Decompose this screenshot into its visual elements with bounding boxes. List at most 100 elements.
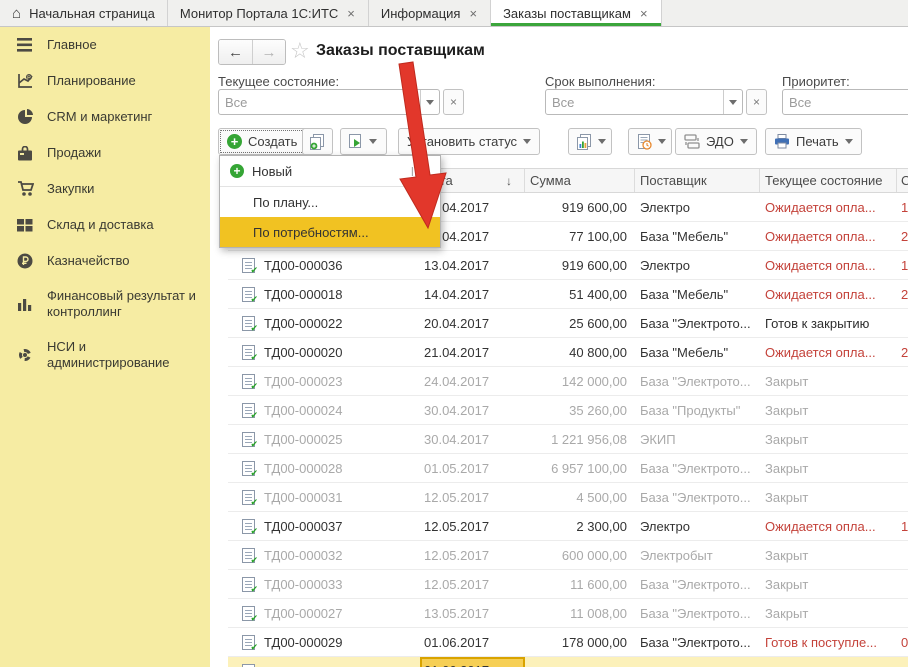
table-row-selected[interactable]: ТД00-000034 01.06.2017 117,00 Электро Ож… [228, 657, 908, 667]
filter-due-combo[interactable]: Все [545, 89, 743, 115]
sidebar-item-label: Планирование [47, 73, 136, 89]
tab-its-monitor[interactable]: Монитор Портала 1С:ИТС × [168, 0, 369, 26]
menu-item-label: По потребностям... [253, 225, 369, 240]
document-icon [242, 258, 255, 273]
menu-item-by-needs[interactable]: По потребностям... [220, 217, 440, 247]
table-row[interactable]: ТД00-000033 12.05.2017 11 600,00 База "Э… [228, 570, 908, 599]
tab-home[interactable]: ⌂ Начальная страница [0, 0, 168, 26]
table-row[interactable]: ТД00-000025 30.04.2017 1 221 956,08 ЭКИП… [228, 425, 908, 454]
menu-item-label: По плану... [253, 195, 318, 210]
table-row[interactable]: ТД00-000031 12.05.2017 4 500,00 База "Эл… [228, 483, 908, 512]
menu-item-new[interactable]: + Новый Ins [220, 156, 440, 186]
document-icon [242, 403, 255, 418]
table-row[interactable]: ТД00-000028 01.05.2017 6 957 100,00 База… [228, 454, 908, 483]
column-header-supplier[interactable]: Поставщик [635, 169, 760, 192]
active-cell[interactable]: 01.06.2017 [420, 657, 525, 667]
table-row[interactable]: ТД00-000036 13.04.2017 919 600,00 Электр… [228, 251, 908, 280]
filter-due-clear-button[interactable]: × [746, 89, 767, 115]
create-dropdown-menu: + Новый Ins По плану... По потребностям.… [219, 155, 441, 248]
set-status-button[interactable]: Установить статус [398, 128, 540, 155]
table-row[interactable]: ТД00-000032 12.05.2017 600 000,00 Электр… [228, 541, 908, 570]
close-icon: × [753, 95, 760, 109]
sidebar-item-label: Главное [47, 37, 97, 53]
sidebar-item-label: Финансовый результат и контроллинг [47, 288, 200, 321]
filter-state-value: Все [225, 95, 247, 110]
sidebar-item-treasury[interactable]: Казначейство [0, 243, 210, 279]
column-header-due[interactable]: С [897, 169, 908, 192]
tab-its-monitor-label: Монитор Портала 1С:ИТС [180, 6, 338, 21]
back-button[interactable]: ← [219, 40, 252, 64]
chevron-down-icon [740, 139, 748, 144]
tab-bar: ⌂ Начальная страница Монитор Портала 1С:… [0, 0, 908, 27]
document-clock-icon [637, 134, 652, 150]
print-button[interactable]: Печать [765, 128, 862, 155]
chevron-down-icon[interactable] [723, 90, 742, 114]
table-row[interactable]: ТД00-000018 14.04.2017 51 400,00 База "М… [228, 280, 908, 309]
schedule-document-button[interactable] [628, 128, 672, 155]
sidebar-item-finance[interactable]: Финансовый результат и контроллинг [0, 279, 210, 330]
table-row[interactable]: ТД00-000024 30.04.2017 35 260,00 База "П… [228, 396, 908, 425]
table-row[interactable]: ТД00-000022 20.04.2017 25 600,00 База "Э… [228, 309, 908, 338]
sidebar-item-label: Закупки [47, 181, 94, 197]
history-nav: ← → [218, 39, 286, 65]
reports-button[interactable] [568, 128, 612, 155]
document-icon [242, 287, 255, 302]
table-row[interactable]: ТД00-000027 13.05.2017 11 008,00 База "Э… [228, 599, 908, 628]
sidebar-item-crm[interactable]: CRM и маркетинг [0, 99, 210, 135]
document-icon [242, 345, 255, 360]
sales-icon [16, 144, 34, 162]
copy-button[interactable] [302, 128, 333, 155]
document-icon [242, 548, 255, 563]
close-icon[interactable]: × [468, 6, 478, 21]
chevron-down-icon [523, 139, 531, 144]
print-label: Печать [796, 134, 839, 149]
close-icon[interactable]: × [346, 6, 356, 21]
table-row[interactable]: ТД00-000020 21.04.2017 40 800,00 База "М… [228, 338, 908, 367]
forward-button[interactable]: → [252, 40, 285, 64]
sidebar-item-label: Продажи [47, 145, 101, 161]
close-icon: × [450, 95, 457, 109]
table-row[interactable]: ТД00-000029 01.06.2017 178 000,00 База "… [228, 628, 908, 657]
edo-button[interactable]: ЭДО [675, 128, 757, 155]
svg-text:P: P [27, 75, 31, 81]
sidebar-item-planning[interactable]: P Планирование [0, 63, 210, 99]
tab-supplier-orders[interactable]: Заказы поставщикам × [491, 0, 661, 26]
sidebar-item-warehouse[interactable]: Склад и доставка [0, 207, 210, 243]
sidebar-item-main[interactable]: Главное [0, 27, 210, 63]
sections-sidebar: Главное P Планирование CRM и маркетинг П… [0, 27, 210, 667]
filter-state-combo[interactable]: Все [218, 89, 440, 115]
table-row[interactable]: ТД00-000037 12.05.2017 2 300,00 Электро … [228, 512, 908, 541]
filter-priority-label: Приоритет: [782, 74, 850, 89]
sidebar-item-sales[interactable]: Продажи [0, 135, 210, 171]
crm-icon [16, 108, 34, 126]
main-content: ← → ☆ Заказы поставщикам Текущее состоян… [210, 27, 908, 667]
sidebar-item-label: CRM и маркетинг [47, 109, 152, 125]
favorite-star-icon[interactable]: ☆ [290, 38, 310, 64]
purchases-icon [16, 180, 34, 198]
filter-priority-value: Все [789, 95, 811, 110]
page-title: Заказы поставщикам [316, 42, 485, 60]
document-icon [242, 635, 255, 650]
column-header-sum[interactable]: Сумма [525, 169, 635, 192]
tab-supplier-orders-label: Заказы поставщикам [503, 6, 631, 21]
table-row[interactable]: ТД00-000023 24.04.2017 142 000,00 База "… [228, 367, 908, 396]
chevron-down-icon[interactable] [420, 90, 439, 114]
document-icon [242, 374, 255, 389]
create-button-label: Создать [248, 134, 297, 149]
create-based-on-button[interactable] [340, 128, 387, 155]
back-icon: ← [228, 44, 243, 61]
column-header-state[interactable]: Текущее состояние [760, 169, 897, 192]
sidebar-item-purchases[interactable]: Закупки [0, 171, 210, 207]
chevron-down-icon [845, 139, 853, 144]
menu-item-by-plan[interactable]: По плану... [220, 187, 440, 217]
tab-information[interactable]: Информация × [369, 0, 491, 26]
filter-due-label: Срок выполнения: [545, 74, 655, 89]
edo-exchange-icon [684, 134, 700, 149]
plus-icon: + [227, 134, 242, 149]
document-icon [242, 606, 255, 621]
sidebar-item-nsi-admin[interactable]: НСИ и администрирование [0, 330, 210, 381]
close-icon[interactable]: × [639, 6, 649, 21]
filter-state-clear-button[interactable]: × [443, 89, 464, 115]
filter-priority-combo[interactable]: Все [782, 89, 908, 115]
menu-item-label: Новый [252, 164, 292, 179]
